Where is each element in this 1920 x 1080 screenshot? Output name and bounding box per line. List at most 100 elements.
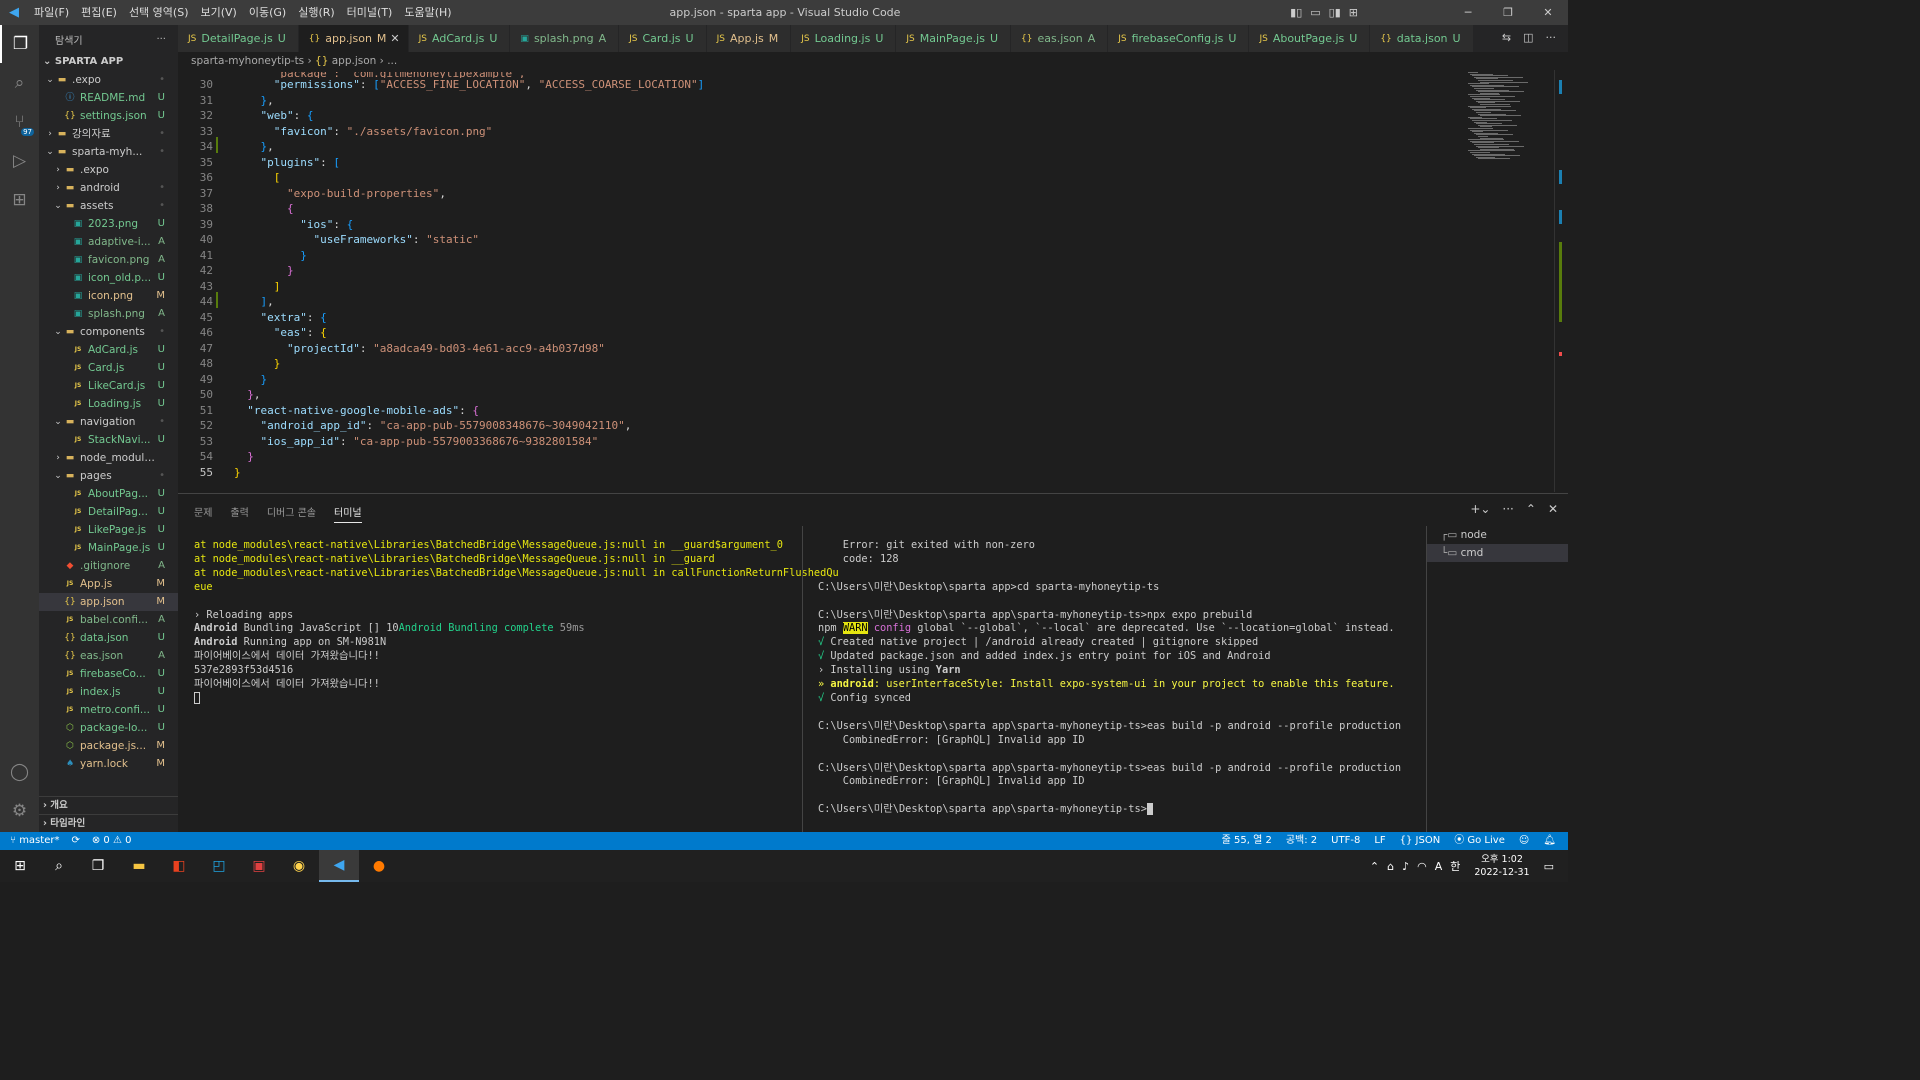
menu-item[interactable]: 보기(V) — [194, 0, 242, 25]
toggle-panel-icon[interactable]: ▭ — [1310, 0, 1320, 25]
new-terminal-icon[interactable]: +⌄ — [1470, 502, 1490, 516]
editor-tab[interactable]: JS firebaseConfig.js U — [1108, 25, 1250, 52]
account-icon[interactable]: ◯ — [0, 753, 39, 791]
sync-icon[interactable]: ⟳ — [71, 832, 79, 850]
tree-item[interactable]: ⌄ ▬ pages • — [39, 467, 178, 485]
editor-tab[interactable]: JS AdCard.js U — [408, 25, 511, 52]
settings-gear-icon[interactable]: ⚙ — [0, 792, 39, 830]
panel-tab[interactable]: 문제 — [194, 504, 212, 523]
terminal-more-icon[interactable]: ··· — [1502, 502, 1513, 516]
wifi-icon[interactable]: ◠ — [1417, 860, 1427, 873]
tree-item[interactable]: › ▬ 강의자료 • — [39, 125, 178, 143]
windows-start-icon[interactable]: ⊞ — [0, 850, 40, 882]
file-explorer-icon[interactable]: ▬ — [119, 850, 159, 882]
tree-item[interactable]: › ▬ node_modules — [39, 449, 178, 467]
workspace-root[interactable]: ⌄ SPARTA APP — [39, 53, 178, 71]
editor-tab[interactable]: JS AboutPage.js U — [1249, 25, 1371, 52]
tree-item[interactable]: JS App.js M — [39, 575, 178, 593]
tree-item[interactable]: › ▬ .expo — [39, 161, 178, 179]
problems-indicator[interactable]: ⊗ 0 ⚠ 0 — [92, 832, 132, 850]
search-taskbar-icon[interactable]: ⌕ — [39, 850, 79, 882]
notifications-bell-icon[interactable]: 🔔︎ — [1543, 832, 1556, 850]
menu-item[interactable]: 파일(F) — [28, 0, 75, 25]
more-icon[interactable]: ··· — [1546, 31, 1557, 44]
more-actions-icon[interactable]: ··· — [156, 34, 166, 45]
tree-item[interactable]: JS AboutPag... U — [39, 485, 178, 503]
ime-icon[interactable]: 한 — [1450, 858, 1460, 874]
tree-item[interactable]: JS firebaseCo... U — [39, 665, 178, 683]
language-mode[interactable]: {} JSON — [1400, 832, 1441, 850]
tree-item[interactable]: JS index.js U — [39, 683, 178, 701]
git-branch[interactable]: ⑂ master* — [10, 832, 59, 850]
terminal-left[interactable]: at node_modules\react-native\Libraries\B… — [194, 539, 839, 706]
notification-center-icon[interactable]: ▭ — [1544, 860, 1554, 873]
explorer-icon[interactable]: ❐ — [0, 25, 39, 63]
encoding[interactable]: UTF-8 — [1331, 832, 1360, 850]
minimap[interactable] — [1460, 72, 1556, 162]
tree-item[interactable]: JS Loading.js U — [39, 395, 178, 413]
toggle-secondary-sidebar-icon[interactable]: ▯▮ — [1329, 0, 1341, 25]
editor-tab[interactable]: {} data.json U — [1370, 25, 1474, 52]
store-icon[interactable]: ◰ — [199, 850, 239, 882]
chevron-up-icon[interactable]: ⌃ — [1370, 860, 1379, 873]
tree-item[interactable]: {} data.json U — [39, 629, 178, 647]
minimize-button[interactable]: ─ — [1448, 0, 1488, 25]
tree-item[interactable]: ⌄ ▬ components • — [39, 323, 178, 341]
maximize-panel-icon[interactable]: ⌃ — [1526, 502, 1536, 516]
tree-item[interactable]: JS LikePage.js U — [39, 521, 178, 539]
tree-item[interactable]: {} eas.json A — [39, 647, 178, 665]
terminal-instance[interactable]: ┌▭ node — [1427, 526, 1568, 544]
vscode-taskbar-icon[interactable]: ◀ — [319, 850, 359, 882]
compare-icon[interactable]: ⇆ — [1502, 31, 1511, 44]
editor-tab[interactable]: JS Card.js U — [619, 25, 707, 52]
editor-tab[interactable]: ▣ splash.png A — [510, 25, 620, 52]
tree-item[interactable]: ▣ favicon.png A — [39, 251, 178, 269]
end-of-line[interactable]: LF — [1374, 832, 1385, 850]
tree-item[interactable]: ▣ icon.png M — [39, 287, 178, 305]
indentation[interactable]: 공백: 2 — [1286, 832, 1317, 850]
tree-item[interactable]: ◆ .gitignore A — [39, 557, 178, 575]
breadcrumb-file[interactable]: app.json — [332, 55, 377, 67]
toggle-sidebar-icon[interactable]: ▮▯ — [1290, 0, 1302, 25]
app-icon[interactable]: ▣ — [239, 850, 279, 882]
outline-section[interactable]: › 개요 — [39, 796, 178, 814]
panel-tab[interactable]: 터미널 — [334, 504, 362, 523]
menu-item[interactable]: 도움말(H) — [398, 0, 457, 25]
overview-ruler[interactable] — [1554, 70, 1568, 492]
cursor-position[interactable]: 줄 55, 열 2 — [1222, 832, 1272, 850]
terminal-split-divider[interactable] — [802, 526, 803, 833]
search-icon[interactable]: ⌕ — [0, 64, 39, 102]
editor-tab[interactable]: JS MainPage.js U — [896, 25, 1011, 52]
volume-icon[interactable]: ♪ — [1402, 860, 1409, 873]
editor-tab[interactable]: {} app.json M ✕ — [298, 25, 409, 52]
tree-item[interactable]: JS LikeCard.js U — [39, 377, 178, 395]
feedback-icon[interactable]: ☺ — [1519, 832, 1529, 850]
code-editor[interactable]: "package": "com.gitmehoneytipexample", 3… — [178, 70, 1568, 492]
office-icon[interactable]: ◧ — [159, 850, 199, 882]
tree-item[interactable]: {} settings.json U — [39, 107, 178, 125]
task-view-icon[interactable]: ❐ — [78, 850, 118, 882]
chrome-icon[interactable]: ◉ — [279, 850, 319, 882]
menu-item[interactable]: 선택 영역(S) — [123, 0, 195, 25]
tree-item[interactable]: ▣ splash.png A — [39, 305, 178, 323]
tree-item[interactable]: JS StackNavi... U — [39, 431, 178, 449]
tree-item[interactable]: ⌄ ▬ .expo • — [39, 71, 178, 89]
timeline-section[interactable]: › 타임라인 — [39, 814, 178, 832]
tree-item[interactable]: JS AdCard.js U — [39, 341, 178, 359]
tree-item[interactable]: JS DetailPag... U — [39, 503, 178, 521]
tree-item[interactable]: ▣ adaptive-i... A — [39, 233, 178, 251]
menu-item[interactable]: 편집(E) — [75, 0, 123, 25]
customize-layout-icon[interactable]: ⊞ — [1349, 0, 1358, 25]
tree-item[interactable]: ⬡ package-lo... U — [39, 719, 178, 737]
tree-item[interactable]: JS MainPage.js U — [39, 539, 178, 557]
tree-item[interactable]: ▣ 2023.png U — [39, 215, 178, 233]
extensions-icon[interactable]: ⊞ — [0, 181, 39, 219]
panel-tab[interactable]: 출력 — [230, 504, 248, 523]
editor-tab[interactable]: JS App.js M — [706, 25, 792, 52]
dex-icon[interactable]: ● — [359, 850, 399, 882]
terminal-instance[interactable]: └▭ cmd — [1427, 544, 1568, 562]
tree-item[interactable]: ⌄ ▬ sparta-myh... • — [39, 143, 178, 161]
breadcrumb-folder[interactable]: sparta-myhoneytip-ts — [191, 55, 304, 67]
input-language[interactable]: A — [1435, 860, 1443, 873]
tree-item[interactable]: ♠ yarn.lock M — [39, 755, 178, 773]
